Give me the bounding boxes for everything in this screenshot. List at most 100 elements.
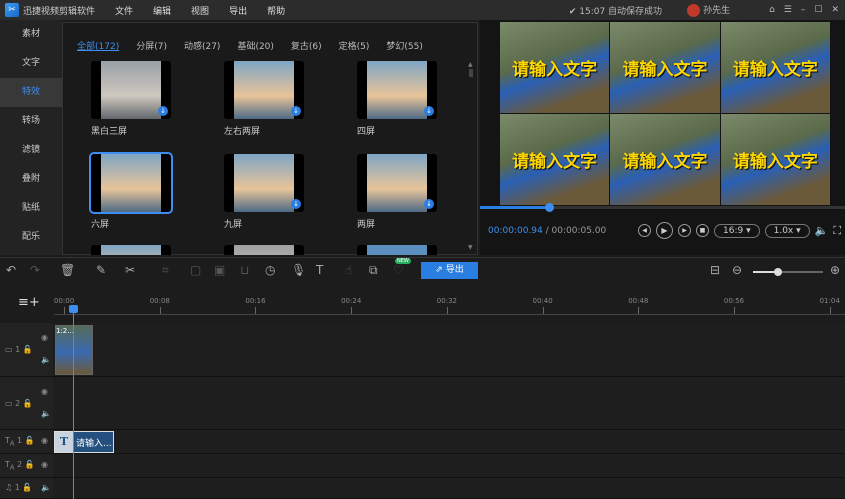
sidebar-item-effects[interactable]: 特效 [0, 78, 62, 107]
zoom-slider-handle[interactable] [773, 268, 782, 276]
effect-card[interactable]: ↓ 九屏 [224, 154, 304, 230]
sidebar-item-music[interactable]: 配乐 [0, 223, 62, 252]
edit-icon[interactable]: ✎ [96, 263, 106, 277]
music-track-icon: ♫ 1 🔓 [5, 483, 33, 492]
video-clip[interactable]: 1:2... [55, 325, 93, 375]
effect-card[interactable] [224, 245, 304, 255]
ruler-tick-mark [159, 307, 161, 314]
delete-icon[interactable]: 🗑 [60, 263, 75, 277]
download-icon[interactable]: ↓ [291, 106, 301, 116]
maximize-icon[interactable]: ☐ [814, 5, 822, 15]
aspect-ratio-select[interactable]: 16:9 ▾ [714, 223, 760, 238]
add-track-icon[interactable]: ≡+ [18, 295, 40, 310]
playhead-handle[interactable] [69, 305, 78, 313]
effect-thumbnail: ↓ [357, 154, 437, 212]
tab-retro[interactable]: 复古(6) [291, 39, 322, 52]
speed-select[interactable]: 1.0x ▾ [764, 223, 810, 238]
effect-card[interactable] [357, 245, 437, 255]
sidebar: 素材 文字 特效 转场 滤镜 叠附 贴纸 配乐 [0, 20, 62, 255]
visibility-icon[interactable]: ◉ [41, 387, 48, 396]
tab-dynamic[interactable]: 动感(27) [184, 39, 220, 52]
effect-thumbnail [91, 245, 171, 255]
undo-icon[interactable]: ↶ [6, 263, 16, 277]
tab-split[interactable]: 分屏(7) [136, 39, 167, 52]
menu-help[interactable]: 帮助 [267, 4, 285, 17]
scrollbar[interactable]: ▲ ▼ [468, 61, 474, 251]
mute-icon[interactable]: 🔈 [41, 409, 51, 418]
scroll-thumb[interactable] [469, 69, 473, 77]
effect-card[interactable]: ↓ 左右两屏 [224, 61, 304, 137]
zoom-slider[interactable] [753, 268, 823, 276]
export-button[interactable]: ⇗ 导出 [421, 262, 478, 279]
ruler-tick-mark [638, 307, 640, 314]
play-icon[interactable]: ▶ [656, 222, 673, 239]
sidebar-item-transitions[interactable]: 转场 [0, 107, 62, 136]
zoom-in-icon[interactable]: ⊕ [830, 263, 840, 277]
app-logo-icon: ✂ [5, 3, 19, 17]
menu-edit[interactable]: 编辑 [153, 4, 171, 17]
sidebar-item-media[interactable]: 素材 [0, 20, 62, 49]
volume-icon[interactable]: 🔈 [815, 224, 829, 237]
scroll-up-icon[interactable]: ▲ [468, 61, 474, 68]
sidebar-item-stickers[interactable]: 贴纸 [0, 194, 62, 223]
timeline-ruler[interactable]: 00:00 00:08 00:16 00:24 00:32 00:40 00:48 00:56… [54, 294, 845, 322]
progress-handle[interactable] [545, 203, 555, 212]
effect-card[interactable]: ↓ 黑白三屏 [91, 61, 171, 137]
next-frame-icon[interactable]: ▶ [678, 224, 691, 237]
layers-icon[interactable]: ⧉ [369, 263, 378, 278]
tab-freeze[interactable]: 定格(5) [339, 39, 370, 52]
audio-wave-icon[interactable]: ⊔ [240, 263, 249, 277]
mute-icon[interactable]: 🔈 [41, 483, 51, 492]
preview-progress[interactable] [480, 203, 845, 212]
effect-card-selected[interactable]: 六屏 [89, 152, 173, 230]
sidebar-item-text[interactable]: 文字 [0, 49, 62, 78]
mute-icon[interactable]: 🔈 [41, 355, 51, 364]
menu-icon[interactable]: ☰ [784, 5, 792, 15]
mosaic-icon[interactable]: ▢ [190, 263, 201, 277]
home-icon[interactable]: ⌂ [769, 5, 775, 15]
visibility-icon[interactable]: ◉ [41, 333, 48, 342]
overlay-text: 请输入文字 [720, 114, 830, 205]
text-clip[interactable]: T 请输入... [54, 431, 114, 453]
download-icon[interactable]: ↓ [424, 106, 434, 116]
heart-icon[interactable]: ♡ [393, 263, 404, 277]
effect-card[interactable]: ↓ 两屏 [357, 154, 437, 230]
visibility-icon[interactable]: ◉ [41, 436, 48, 445]
playhead[interactable] [73, 306, 74, 499]
close-icon[interactable]: ✕ [831, 5, 839, 15]
visibility-icon[interactable]: ◉ [41, 460, 48, 469]
redo-icon[interactable]: ↷ [30, 263, 40, 277]
menu-file[interactable]: 文件 [115, 4, 133, 17]
minimize-icon[interactable]: – [801, 5, 806, 15]
text-to-speech-icon[interactable]: T [316, 263, 323, 277]
menu-view[interactable]: 视图 [191, 4, 209, 17]
scroll-down-icon[interactable]: ▼ [468, 244, 473, 251]
duration-clock-icon[interactable]: ◷ [265, 263, 275, 277]
sidebar-item-overlay[interactable]: 叠附 [0, 165, 62, 194]
aspect-value: 16:9 [723, 225, 744, 236]
user-account[interactable]: 孙先生 [687, 3, 730, 17]
tab-dream[interactable]: 梦幻(55) [386, 39, 422, 52]
microphone-icon[interactable]: 🎙 [291, 263, 306, 277]
hand-icon[interactable]: ☝ [345, 263, 352, 277]
tab-basic[interactable]: 基础(20) [237, 39, 273, 52]
preview-screen[interactable]: 请输入文字 请输入文字 请输入文字 请输入文字 请输入文字 请输入文字 [500, 22, 830, 205]
effect-card[interactable] [91, 245, 171, 255]
sidebar-item-filters[interactable]: 滤镜 [0, 136, 62, 165]
cut-icon[interactable]: ✂ [125, 263, 135, 277]
download-icon[interactable]: ↓ [424, 199, 434, 209]
download-icon[interactable]: ↓ [158, 106, 168, 116]
fit-timeline-icon[interactable]: ⊟ [710, 263, 720, 277]
crop-icon[interactable]: ⌗ [162, 263, 169, 278]
stop-icon[interactable]: ■ [696, 224, 709, 237]
text-track-icon: TA 1 🔓 [5, 436, 35, 448]
download-icon[interactable]: ↓ [291, 199, 301, 209]
menu-export[interactable]: 导出 [229, 4, 247, 17]
freeze-icon[interactable]: ▣ [214, 263, 225, 277]
fullscreen-icon[interactable]: ⛶ [833, 224, 841, 238]
effect-card[interactable]: ↓ 四屏 [357, 61, 437, 137]
tab-all[interactable]: 全部(172) [77, 39, 119, 52]
prev-frame-icon[interactable]: ◀ [638, 224, 651, 237]
zoom-out-icon[interactable]: ⊖ [732, 263, 742, 277]
ruler-tick-mark [351, 307, 353, 314]
